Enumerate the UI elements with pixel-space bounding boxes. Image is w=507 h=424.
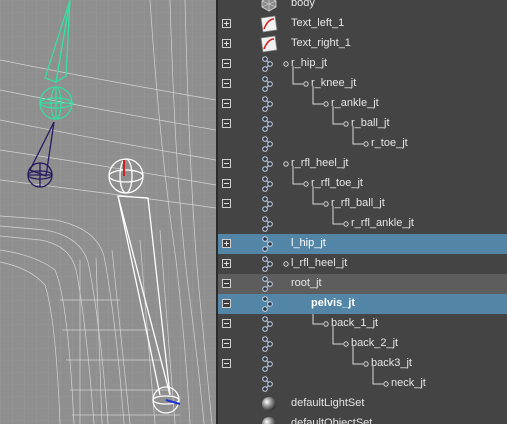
outliner-row-label: pelvis_jt (311, 297, 356, 309)
outliner-row[interactable]: root_jt (218, 274, 507, 294)
collapse-minus-icon[interactable] (222, 299, 231, 308)
outliner-row[interactable]: r_knee_jt (218, 74, 507, 94)
outliner-row-label: r_rfl_toe_jt (311, 177, 363, 189)
collapse-minus-icon[interactable] (222, 359, 231, 368)
set-icon (260, 415, 278, 424)
outliner-row-label: body (291, 0, 315, 9)
joint-icon (260, 55, 278, 73)
outliner-row-label: r_ball_jt (351, 117, 390, 129)
joint-icon (260, 255, 278, 273)
set-icon (260, 395, 278, 413)
expand-plus-icon[interactable] (222, 39, 231, 48)
outliner-panel[interactable]: body Text_left_1 Text_right_1 r_hip_jt r_kne… (218, 0, 507, 424)
expand-plus-icon[interactable] (222, 239, 231, 248)
outliner-row[interactable]: back_2_jt (218, 334, 507, 354)
outliner-row[interactable]: Text_right_1 (218, 34, 507, 54)
outliner-row[interactable]: Text_left_1 (218, 14, 507, 34)
outliner-row-label: back_1_jt (331, 317, 379, 329)
joint-icon (260, 315, 278, 333)
viewport-3d[interactable] (0, 0, 216, 424)
outliner-row[interactable]: r_rfl_ankle_jt (218, 214, 507, 234)
collapse-minus-icon[interactable] (222, 179, 231, 188)
expand-plus-icon[interactable] (222, 19, 231, 28)
collapse-minus-icon[interactable] (222, 99, 231, 108)
joint-icon (260, 135, 278, 153)
collapse-minus-icon[interactable] (222, 199, 231, 208)
outliner-row-label: r_knee_jt (311, 77, 357, 89)
outliner-row[interactable]: back3_jt (218, 354, 507, 374)
outliner-row-label: Text_left_1 (291, 17, 345, 29)
joint-icon (260, 195, 278, 213)
joint-icon (260, 375, 278, 393)
collapse-minus-icon[interactable] (222, 279, 231, 288)
outliner-row[interactable]: r_hip_jt (218, 54, 507, 74)
joint-icon (260, 155, 278, 173)
outliner-row[interactable]: body (218, 0, 507, 14)
joint-icon (260, 75, 278, 93)
joint-icon (260, 175, 278, 193)
outliner-row-label: r_rfl_ankle_jt (351, 217, 414, 229)
outliner-row[interactable]: pelvis_jt (218, 294, 507, 314)
joint-icon (260, 115, 278, 133)
wireframe-scene (0, 0, 216, 424)
outliner-row-label: root_jt (291, 277, 322, 289)
outliner-row[interactable]: r_ankle_jt (218, 94, 507, 114)
outliner-row[interactable]: l_rfl_heel_jt (218, 254, 507, 274)
collapse-minus-icon[interactable] (222, 319, 231, 328)
collapse-minus-icon[interactable] (222, 59, 231, 68)
outliner-row[interactable]: r_rfl_ball_jt (218, 194, 507, 214)
outliner-row-label: defaultObjectSet (291, 417, 373, 424)
joint-icon (260, 95, 278, 113)
outliner-row[interactable]: defaultObjectSet (218, 414, 507, 424)
joint-icon (260, 295, 278, 313)
outliner-row-label: l_rfl_heel_jt (291, 257, 348, 269)
curve-icon (260, 15, 278, 33)
outliner-row[interactable]: l_hip_jt (218, 234, 507, 254)
outliner-row-label: l_hip_jt (291, 237, 326, 249)
outliner-row-label: r_rfl_ball_jt (331, 197, 385, 209)
outliner-row-label: r_ankle_jt (331, 97, 379, 109)
mesh-icon (260, 0, 278, 13)
outliner-row-label: neck_jt (391, 377, 426, 389)
collapse-minus-icon[interactable] (222, 79, 231, 88)
outliner-row-label: back_2_jt (351, 337, 399, 349)
outliner-row-label: r_hip_jt (291, 57, 328, 69)
outliner-row-label: back3_jt (371, 357, 412, 369)
mesh-grid (0, 0, 216, 424)
outliner-row[interactable]: back_1_jt (218, 314, 507, 334)
joint-icon (260, 355, 278, 373)
outliner-row-label: r_toe_jt (371, 137, 408, 149)
outliner-row-label: r_rfl_heel_jt (291, 157, 349, 169)
expand-plus-icon[interactable] (222, 259, 231, 268)
joint-icon (260, 215, 278, 233)
joint-icon (260, 275, 278, 293)
outliner-row[interactable]: defaultLightSet (218, 394, 507, 414)
outliner-row[interactable]: r_toe_jt (218, 134, 507, 154)
curve-icon (260, 35, 278, 53)
outliner-row[interactable]: r_ball_jt (218, 114, 507, 134)
joint-icon (260, 335, 278, 353)
outliner-row-label: Text_right_1 (291, 37, 351, 49)
outliner-row[interactable]: neck_jt (218, 374, 507, 394)
collapse-minus-icon[interactable] (222, 119, 231, 128)
collapse-minus-icon[interactable] (222, 339, 231, 348)
outliner-row[interactable]: r_rfl_toe_jt (218, 174, 507, 194)
collapse-minus-icon[interactable] (222, 159, 231, 168)
outliner-row-label: defaultLightSet (291, 397, 365, 409)
outliner-row[interactable]: r_rfl_heel_jt (218, 154, 507, 174)
joint-icon (260, 235, 278, 253)
